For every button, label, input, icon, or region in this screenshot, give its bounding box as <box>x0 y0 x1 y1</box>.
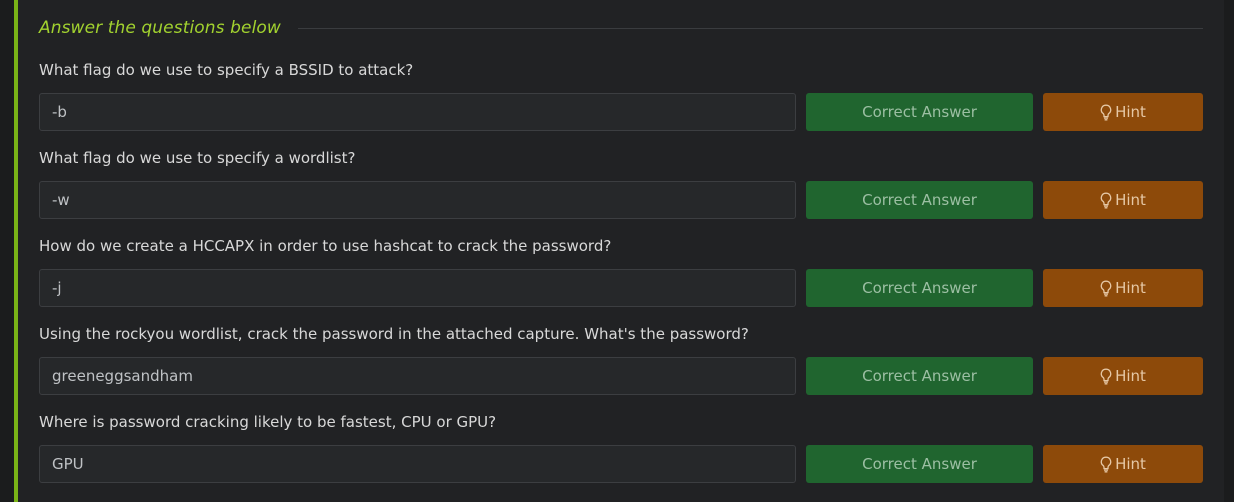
answer-input[interactable]: -j <box>39 269 796 307</box>
hint-label: Hint <box>1115 191 1146 209</box>
question-text: Where is password cracking likely to be … <box>39 413 497 431</box>
hint-button[interactable]: Hint <box>1043 181 1203 219</box>
question-text: Using the rockyou wordlist, crack the pa… <box>39 325 749 343</box>
hint-button[interactable]: Hint <box>1043 445 1203 483</box>
hint-label: Hint <box>1115 455 1146 473</box>
hint-button[interactable]: Hint <box>1043 269 1203 307</box>
answer-input[interactable]: -b <box>39 93 796 131</box>
lightbulb-icon <box>1100 192 1112 209</box>
question-item: What flag do we use to specify a BSSID t… <box>39 60 1203 140</box>
hint-label: Hint <box>1115 103 1146 121</box>
correct-answer-button[interactable]: Correct Answer <box>806 93 1033 131</box>
lightbulb-icon <box>1100 456 1112 473</box>
question-item: How do we create a HCCAPX in order to us… <box>39 236 1203 316</box>
question-text: How do we create a HCCAPX in order to us… <box>39 237 612 255</box>
lightbulb-icon <box>1100 104 1112 121</box>
correct-answer-button[interactable]: Correct Answer <box>806 357 1033 395</box>
hint-button[interactable]: Hint <box>1043 93 1203 131</box>
answer-input[interactable]: greeneggsandham <box>39 357 796 395</box>
section-title: Answer the questions below <box>39 18 281 38</box>
question-text: What flag do we use to specify a wordlis… <box>39 149 356 167</box>
answer-input[interactable]: GPU <box>39 445 796 483</box>
questions-panel: Answer the questions below What flag do … <box>18 0 1224 502</box>
hint-label: Hint <box>1115 367 1146 385</box>
hint-label: Hint <box>1115 279 1146 297</box>
correct-answer-button[interactable]: Correct Answer <box>806 445 1033 483</box>
correct-answer-button[interactable]: Correct Answer <box>806 269 1033 307</box>
answer-input[interactable]: -w <box>39 181 796 219</box>
question-text: What flag do we use to specify a BSSID t… <box>39 61 414 79</box>
lightbulb-icon <box>1100 280 1112 297</box>
hint-button[interactable]: Hint <box>1043 357 1203 395</box>
section-header: Answer the questions below <box>39 14 1203 42</box>
header-divider <box>297 27 1203 29</box>
correct-answer-button[interactable]: Correct Answer <box>806 181 1033 219</box>
question-item: Where is password cracking likely to be … <box>39 412 1203 492</box>
lightbulb-icon <box>1100 368 1112 385</box>
question-item: What flag do we use to specify a wordlis… <box>39 148 1203 228</box>
question-item: Using the rockyou wordlist, crack the pa… <box>39 324 1203 404</box>
